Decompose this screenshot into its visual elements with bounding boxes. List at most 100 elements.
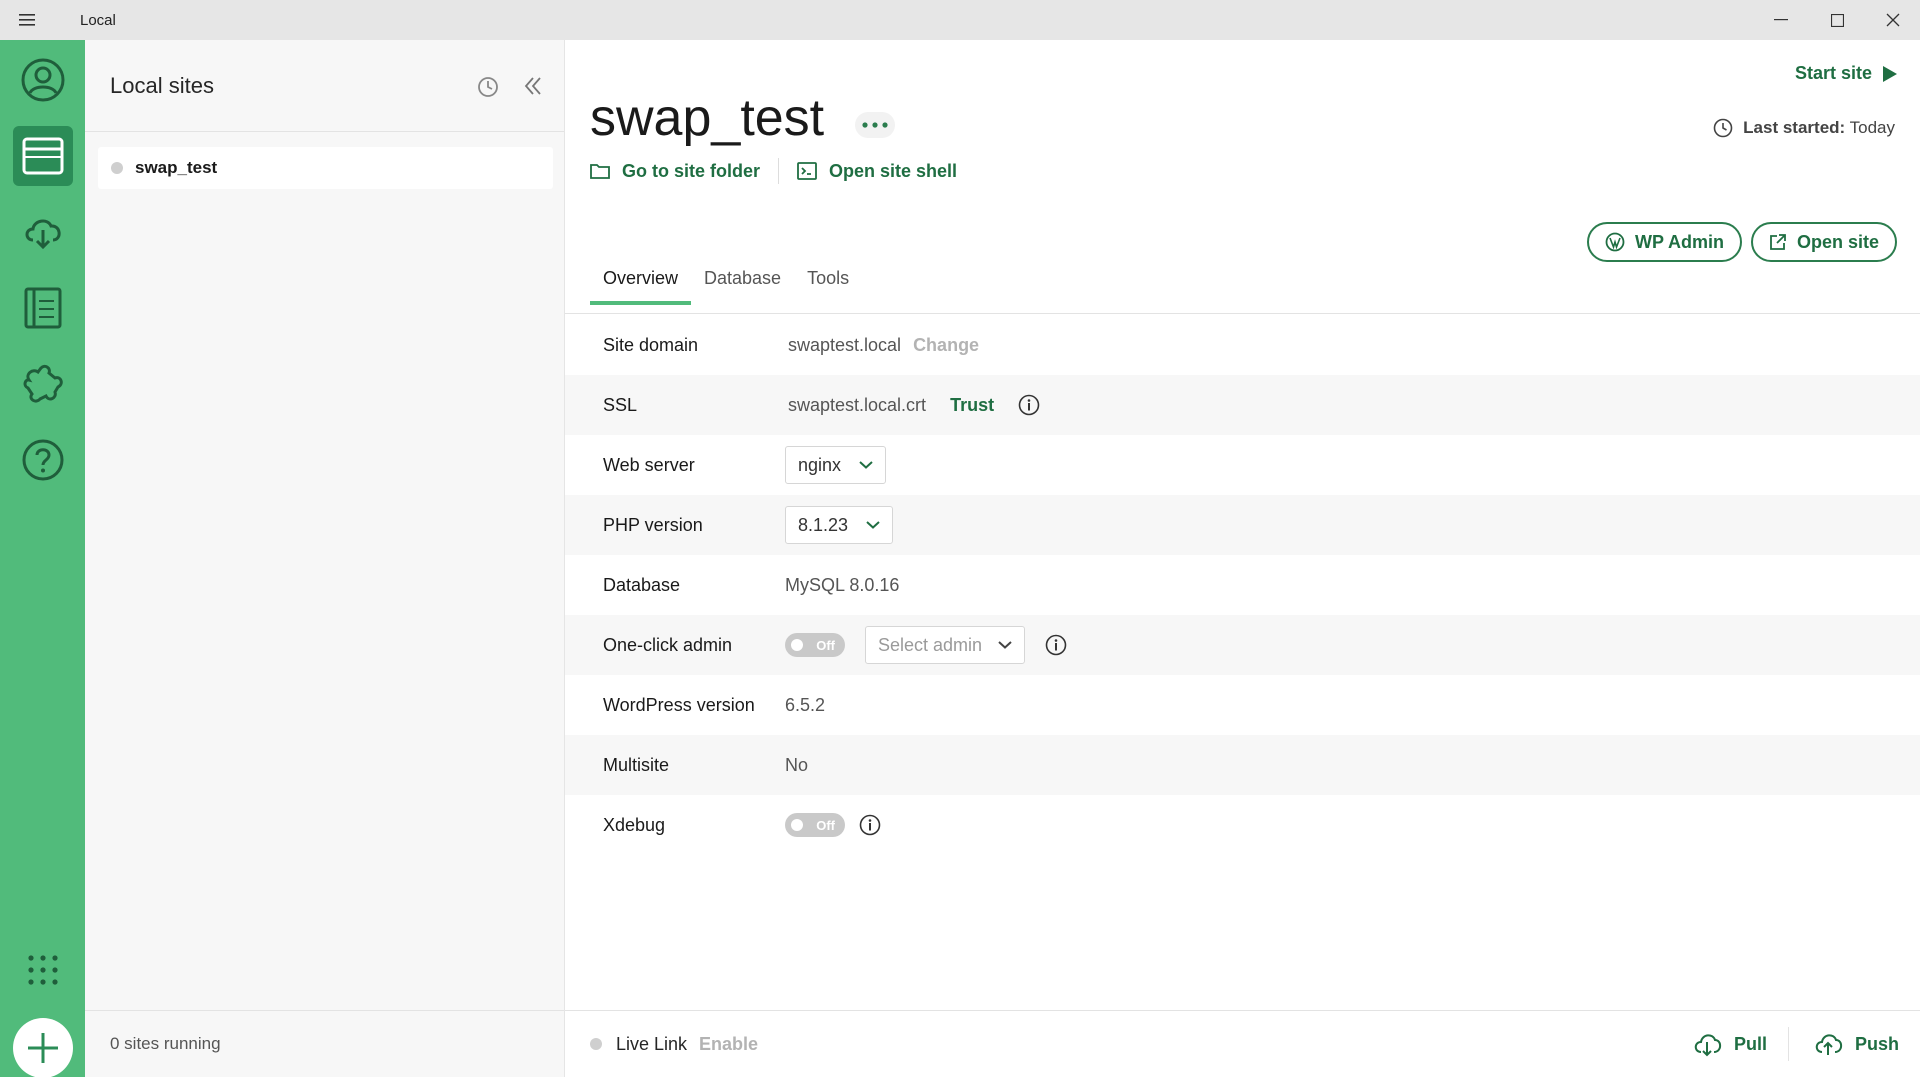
- more-options-button[interactable]: [855, 112, 895, 138]
- row-web-server: Web server nginx: [565, 435, 1920, 495]
- sites-title: Local sites: [110, 72, 214, 98]
- last-started-value: Today: [1849, 118, 1895, 137]
- one-click-admin-toggle[interactable]: Off: [785, 633, 845, 657]
- sites-running-status: 0 sites running: [85, 1010, 564, 1077]
- overview-table: Site domain swaptest.local Change SSL sw…: [565, 315, 1920, 855]
- row-ssl: SSL swaptest.local.crt Trust: [565, 375, 1920, 435]
- php-version-select[interactable]: 8.1.23: [785, 506, 894, 544]
- push-label: Push: [1855, 1033, 1900, 1054]
- go-to-site-folder-link[interactable]: Go to site folder: [590, 161, 760, 182]
- help-icon[interactable]: [13, 430, 73, 490]
- cloud-icon[interactable]: [13, 202, 73, 262]
- cloud-upload-icon: [1815, 1034, 1843, 1055]
- multisite-value: No: [785, 754, 809, 775]
- row-label: Site domain: [603, 334, 699, 355]
- site-tabs: Overview Database Tools: [590, 260, 862, 305]
- change-domain-link[interactable]: Change: [913, 335, 979, 356]
- site-overview: swap_test Start site Last started: Today…: [565, 40, 1920, 1077]
- last-started-label: Last started:: [1743, 118, 1846, 137]
- pull-label: Pull: [1734, 1033, 1768, 1054]
- tab-database[interactable]: Database: [691, 260, 794, 305]
- external-link-icon: [1770, 234, 1786, 250]
- trust-ssl-link[interactable]: Trust: [950, 395, 994, 416]
- xdebug-toggle[interactable]: Off: [785, 813, 845, 837]
- row-label: Xdebug: [603, 814, 666, 835]
- plus-icon: [28, 1033, 58, 1063]
- open-site-label: Open site: [1797, 231, 1880, 252]
- terminal-icon: [797, 162, 817, 180]
- add-site-button[interactable]: [13, 1018, 73, 1078]
- chevron-down-icon: [859, 461, 873, 469]
- site-links: Go to site folder Open site shell: [590, 158, 957, 184]
- site-title: swap_test: [590, 89, 825, 147]
- ssl-cert-value: swaptest.local.crt: [788, 394, 927, 415]
- start-site-button[interactable]: Start site: [1795, 63, 1898, 84]
- pull-button[interactable]: Pull: [1692, 1031, 1767, 1057]
- row-label: Web server: [603, 454, 695, 475]
- live-link-status-dot: [590, 1038, 602, 1050]
- site-domain-value: swaptest.local: [788, 334, 902, 355]
- php-version-value: 8.1.23: [798, 514, 849, 535]
- go-to-site-folder-label: Go to site folder: [622, 160, 761, 181]
- addons-icon[interactable]: [13, 354, 73, 414]
- hamburger-menu-icon[interactable]: [0, 0, 54, 40]
- maximize-button[interactable]: [1810, 0, 1864, 40]
- row-site-domain: Site domain swaptest.local Change: [565, 315, 1920, 375]
- row-label: PHP version: [603, 514, 703, 535]
- nav-rail: [0, 40, 85, 1078]
- enable-live-link[interactable]: Enable: [699, 1034, 758, 1055]
- database-value: MySQL 8.0.16: [785, 574, 900, 595]
- blueprints-icon[interactable]: [13, 278, 73, 338]
- site-status-dot: [111, 162, 123, 174]
- web-server-value: nginx: [798, 454, 842, 475]
- site-footer: Live Link Enable Pull Push: [565, 1010, 1920, 1077]
- sites-panel: Local sites swap_test 0 sites running: [85, 40, 565, 1077]
- account-icon[interactable]: [13, 50, 73, 110]
- title-bar: Local: [0, 0, 1920, 40]
- live-link: Live Link Enable: [590, 1034, 758, 1055]
- minimize-button[interactable]: [1754, 0, 1808, 40]
- clock-icon: [1713, 118, 1733, 138]
- tab-overview[interactable]: Overview: [590, 260, 692, 305]
- close-button[interactable]: [1866, 0, 1920, 40]
- open-site-shell-label: Open site shell: [829, 160, 958, 181]
- info-icon[interactable]: [859, 814, 881, 836]
- chevron-down-icon: [998, 641, 1012, 649]
- chevron-down-icon: [866, 521, 880, 529]
- row-xdebug: Xdebug Off: [565, 795, 1920, 855]
- tabs-divider: [565, 313, 1920, 314]
- divider: [778, 158, 780, 184]
- last-started: Last started: Today: [1713, 118, 1895, 138]
- select-admin-dropdown[interactable]: Select admin: [865, 626, 1026, 664]
- open-site-shell-link[interactable]: Open site shell: [797, 161, 957, 182]
- wordpress-icon: [1605, 232, 1625, 252]
- divider: [1788, 1027, 1789, 1061]
- info-icon[interactable]: [1018, 394, 1040, 416]
- clock-icon[interactable]: [477, 76, 499, 98]
- info-icon[interactable]: [1045, 634, 1067, 656]
- play-icon: [1883, 65, 1897, 82]
- site-list-item[interactable]: swap_test: [98, 147, 553, 189]
- apps-grid-icon[interactable]: [13, 940, 73, 1000]
- app-title: Local: [80, 11, 116, 29]
- live-link-label: Live Link: [616, 1033, 688, 1054]
- wp-admin-button[interactable]: WP Admin: [1587, 222, 1742, 262]
- sites-icon[interactable]: [13, 126, 73, 186]
- row-label: Multisite: [603, 754, 670, 775]
- tab-tools[interactable]: Tools: [794, 260, 862, 305]
- row-label: SSL: [603, 394, 638, 415]
- start-site-label: Start site: [1794, 63, 1872, 83]
- row-multisite: Multisite No: [565, 735, 1920, 795]
- push-button[interactable]: Push: [1813, 1031, 1899, 1057]
- ellipsis-icon: [862, 122, 888, 128]
- web-server-select[interactable]: nginx: [785, 446, 887, 484]
- row-database: Database MySQL 8.0.16: [565, 555, 1920, 615]
- open-site-button[interactable]: Open site: [1751, 222, 1898, 262]
- row-label: Database: [603, 574, 681, 595]
- row-one-click-admin: One-click admin Off Select admin: [565, 615, 1920, 675]
- folder-icon: [590, 164, 610, 179]
- collapse-chevrons-icon[interactable]: [523, 76, 543, 96]
- row-label: WordPress version: [603, 694, 755, 715]
- site-list-name: swap_test: [135, 158, 218, 177]
- row-label: One-click admin: [603, 634, 733, 655]
